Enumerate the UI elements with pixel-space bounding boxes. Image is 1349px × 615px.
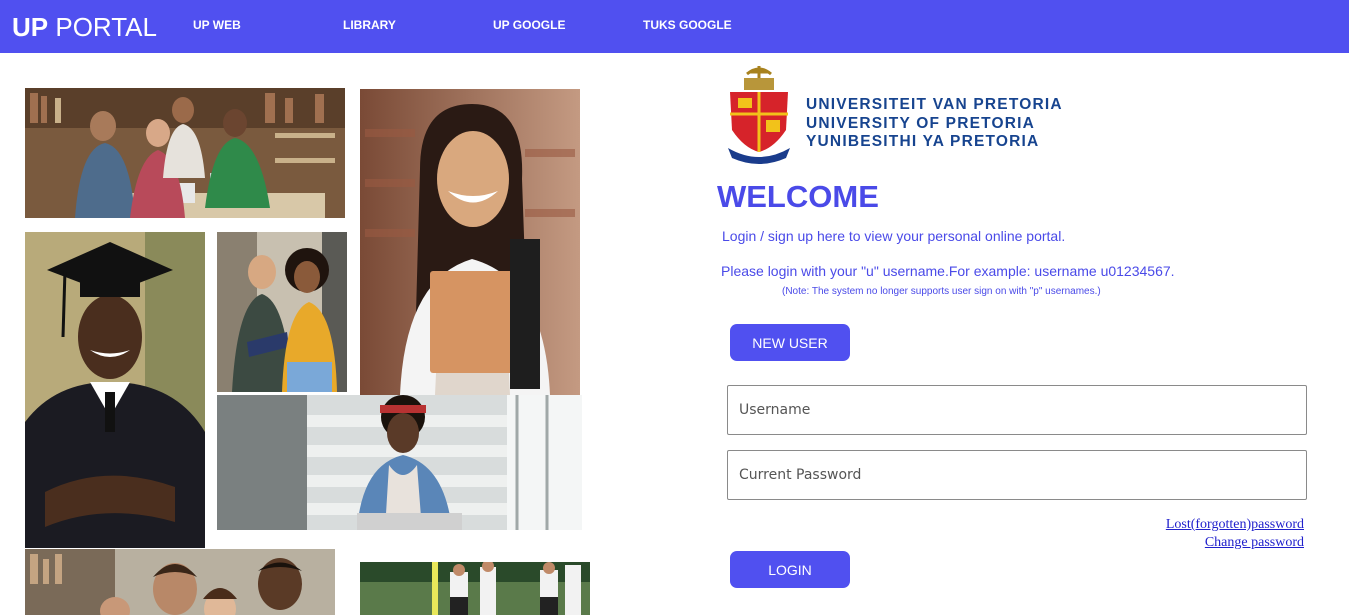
university-name-english: UNIVERSITY OF PRETORIA	[806, 114, 1036, 132]
welcome-heading: WELCOME	[717, 179, 879, 214]
students-sports-photo	[360, 562, 590, 615]
brand-bold-text: UP	[12, 12, 49, 42]
student-laptop-stairs-photo	[217, 395, 582, 530]
students-talking-photo	[217, 232, 347, 392]
password-input[interactable]	[727, 450, 1307, 500]
new-user-button[interactable]: NEW USER	[730, 324, 850, 361]
intro-text: Login / sign up here to view your person…	[722, 228, 1066, 244]
portal-brand[interactable]: UP PORTAL	[12, 12, 157, 42]
p-username-note: (Note: The system no longer supports use…	[782, 286, 1101, 297]
nav-up-google[interactable]: UP GOOGLE	[493, 18, 565, 32]
graduate-photo	[25, 232, 205, 548]
students-library-photo	[25, 88, 345, 218]
nav-up-web[interactable]: UP WEB	[193, 18, 241, 32]
brand-text: PORTAL	[48, 12, 157, 42]
lost-password-link[interactable]: Lost(forgotten)password	[1166, 516, 1304, 533]
university-name-block: UNIVERSITEIT VAN PRETORIA UNIVERSITY OF …	[806, 96, 1063, 152]
login-button[interactable]: LOGIN	[730, 551, 850, 588]
student-group-photo	[25, 549, 335, 615]
change-password-link[interactable]: Change password	[1205, 534, 1304, 551]
university-crest-icon	[724, 62, 794, 169]
university-name-sepedi: YUNIBESITHI YA PRETORIA	[806, 133, 1040, 150]
university-name-afrikaans: UNIVERSITEIT VAN PRETORIA	[806, 96, 1063, 113]
nav-tuks-google[interactable]: TUKS GOOGLE	[643, 18, 732, 32]
top-nav-bar: UP PORTAL UP WEB LIBRARY UP GOOGLE TUKS …	[0, 0, 1349, 53]
nav-library[interactable]: LIBRARY	[343, 18, 396, 32]
student-woman-books-photo	[360, 89, 580, 395]
username-hint-text: Please login with your "u" username.For …	[721, 263, 1175, 279]
username-input[interactable]	[727, 385, 1307, 435]
